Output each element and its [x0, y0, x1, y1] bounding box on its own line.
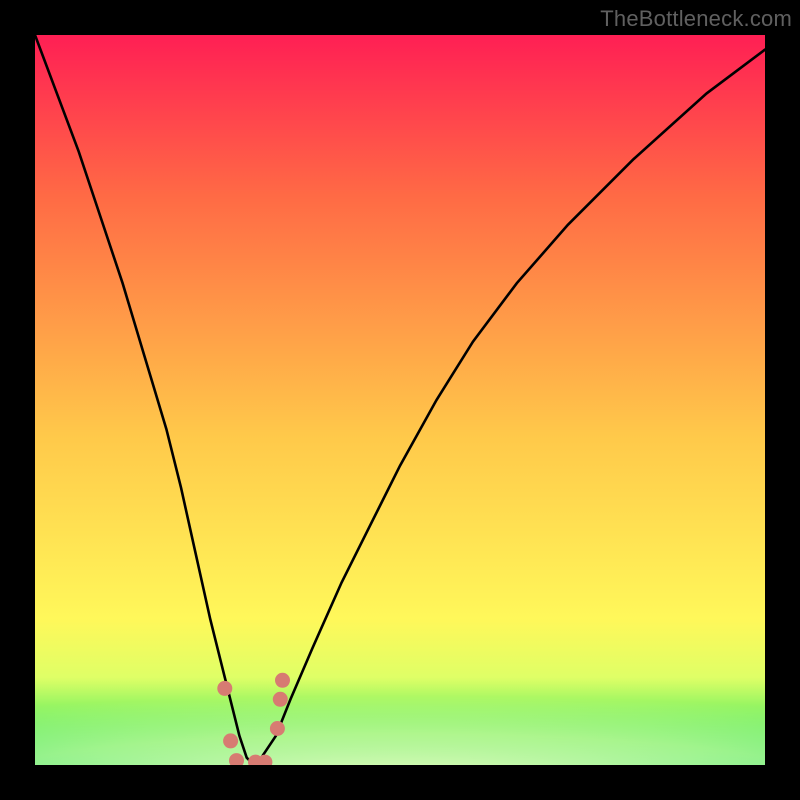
plot-area	[35, 35, 765, 765]
data-marker	[248, 755, 263, 765]
baseline-glow	[35, 645, 765, 765]
data-marker	[257, 755, 272, 765]
data-marker	[229, 753, 244, 765]
data-marker	[217, 681, 232, 696]
marker-layer	[217, 673, 290, 765]
data-marker	[223, 733, 238, 748]
chart-frame: TheBottleneck.com	[0, 0, 800, 800]
data-marker	[275, 673, 290, 688]
data-marker	[273, 692, 288, 707]
attribution-label: TheBottleneck.com	[600, 6, 792, 32]
data-marker	[270, 721, 285, 736]
mismatch-curve	[35, 35, 765, 765]
curve-layer	[35, 35, 765, 765]
